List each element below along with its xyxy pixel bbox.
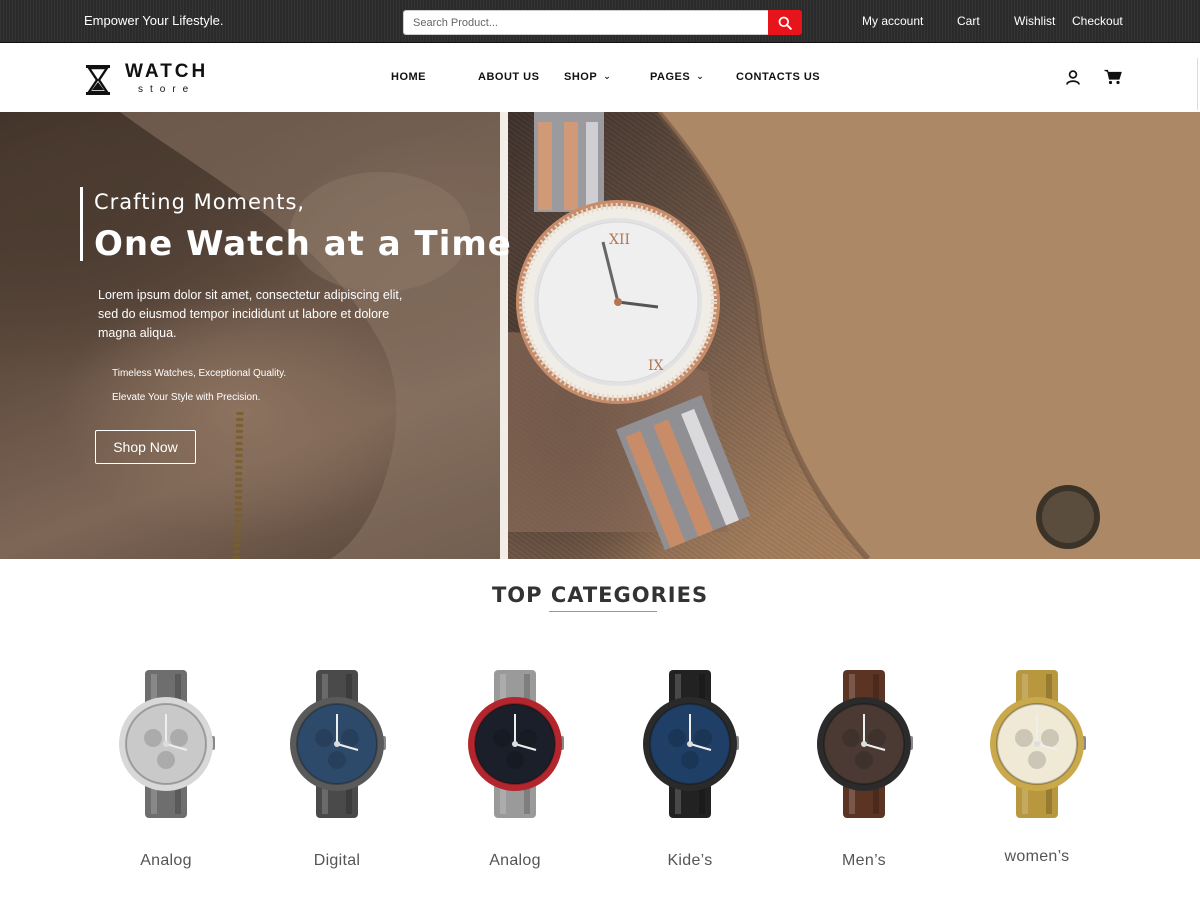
category-card[interactable]: Kide’s: [620, 668, 760, 878]
cart-link[interactable]: Cart: [957, 14, 980, 28]
main-header: WATCH store HOME ABOUT US SHOP ⌄ PAGES ⌄ C…: [0, 44, 1200, 112]
svg-text:IX: IX: [648, 358, 664, 374]
cart-icon[interactable]: [1104, 69, 1122, 85]
category-label: Digital: [313, 852, 361, 869]
nav-about-us[interactable]: ABOUT US: [478, 71, 539, 83]
hero-point: Elevate Your Style with Precision.: [112, 392, 261, 403]
category-card[interactable]: women’s: [967, 668, 1107, 878]
watch-image: [643, 670, 739, 818]
nav-shop-label: SHOP: [564, 71, 598, 83]
heading-underline: [549, 611, 657, 612]
watch-image: [817, 670, 913, 818]
watch-image: [468, 670, 564, 818]
chevron-down-icon: ⌄: [696, 71, 705, 81]
categories-heading: TOP CATEGORIES: [491, 583, 709, 607]
tagline: Empower Your Lifestyle.: [84, 13, 224, 28]
hero-kicker: Crafting Moments,: [94, 190, 306, 214]
category-card[interactable]: Analog: [96, 668, 236, 878]
hero-banner: XII IX Crafting Moments, One Watch at a …: [0, 112, 1200, 559]
logo-subtitle: store: [138, 84, 196, 95]
hero-divider: [500, 112, 508, 559]
nav-contacts-us-label: CONTACTS US: [736, 71, 821, 83]
watch-image: [119, 670, 215, 818]
watch-image: [990, 670, 1086, 818]
hero-title: One Watch at a Time: [94, 224, 512, 264]
hero-point: Timeless Watches, Exceptional Quality.: [112, 368, 287, 379]
nav-home-label: HOME: [391, 71, 426, 83]
hero-description: Lorem ipsum dolor sit amet, consectetur …: [98, 288, 403, 340]
shop-now-button[interactable]: Shop Now: [95, 430, 196, 464]
nav-pages[interactable]: PAGES ⌄: [650, 71, 704, 83]
checkout-link[interactable]: Checkout: [1072, 14, 1123, 28]
wrist-watch-image: XII IX: [508, 112, 1200, 559]
search-button[interactable]: [768, 10, 802, 35]
category-label: Men’s: [842, 852, 886, 869]
category-card[interactable]: Analog: [445, 668, 585, 878]
svg-text:XII: XII: [609, 232, 630, 248]
chevron-down-icon: ⌄: [603, 71, 612, 81]
category-label: Analog: [489, 852, 541, 869]
nav-pages-label: PAGES: [650, 71, 691, 83]
wishlist-link[interactable]: Wishlist: [1014, 14, 1055, 28]
hero-accent-bar: [80, 187, 83, 261]
category-label: Kide’s: [667, 852, 713, 869]
category-card[interactable]: Men’s: [794, 668, 934, 878]
nav-home[interactable]: HOME: [391, 71, 426, 83]
category-label: Analog: [140, 852, 192, 869]
search-bar: [403, 10, 802, 35]
nav-contacts-us[interactable]: CONTACTS US: [736, 71, 820, 83]
nav-about-us-label: ABOUT US: [478, 71, 540, 83]
hero-image-right: XII IX: [508, 112, 1200, 559]
my-account-link[interactable]: My account: [862, 14, 923, 28]
hourglass-icon: [86, 65, 110, 95]
top-bar: Empower Your Lifestyle. My account Cart …: [0, 0, 1200, 43]
logo-title: WATCH: [125, 61, 209, 82]
watch-image: [290, 670, 386, 818]
category-label: women’s: [1004, 848, 1070, 865]
search-input[interactable]: [403, 10, 768, 35]
search-icon: [778, 16, 792, 30]
nav-shop[interactable]: SHOP ⌄: [564, 71, 611, 83]
category-card[interactable]: Digital: [267, 668, 407, 878]
user-icon[interactable]: [1066, 70, 1080, 85]
